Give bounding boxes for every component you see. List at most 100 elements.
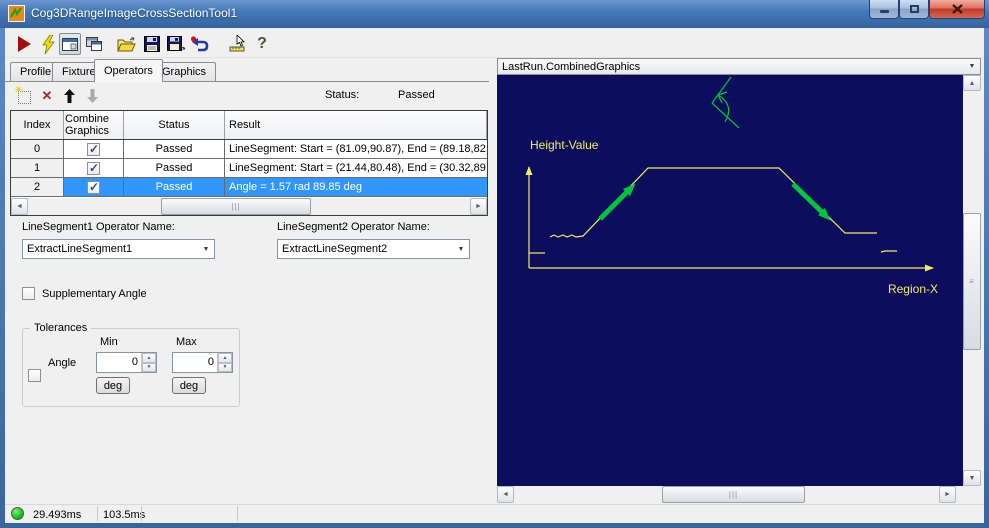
cascade-windows-icon <box>86 37 102 51</box>
operators-table: Index Combine Graphics Status Result 0 P… <box>10 110 488 216</box>
spin-up-icon[interactable]: ▲ <box>218 353 232 363</box>
scrollbar-thumb[interactable]: ||| <box>161 198 311 215</box>
row-index-cell: 0 <box>11 140 64 158</box>
min-unit-button[interactable]: deg <box>96 377 130 394</box>
local-display-toggle-button[interactable] <box>59 33 81 55</box>
scroll-up-icon[interactable]: ▲ <box>963 75 981 91</box>
scroll-right-icon[interactable]: ► <box>939 486 956 503</box>
save-icon <box>144 36 160 52</box>
add-operator-button[interactable]: ✳ <box>15 85 33 106</box>
graphics-source-combo[interactable]: LastRun.CombinedGraphics ▼ <box>497 58 981 75</box>
angle-label: Angle <box>48 357 77 369</box>
graphics-vertical-scrollbar[interactable]: ▲ ≡ ▼ <box>963 75 981 486</box>
reset-arrow-icon <box>190 35 209 51</box>
column-header-result[interactable]: Result <box>225 111 487 139</box>
pointer-ruler-icon <box>229 35 245 52</box>
table-horizontal-scrollbar[interactable]: ◄ ||| ► <box>11 198 487 215</box>
close-icon <box>951 4 963 14</box>
title-bar[interactable]: Cog3DRangeImageCrossSectionTool1 <box>0 0 989 28</box>
save-as-button[interactable] <box>165 33 187 55</box>
panel-splitter[interactable] <box>489 59 497 503</box>
scroll-down-icon[interactable]: ▼ <box>963 470 981 486</box>
tab-divider <box>5 81 489 82</box>
graphics-background <box>497 75 963 486</box>
tolerances-title: Tolerances <box>30 322 92 334</box>
close-button[interactable] <box>929 0 985 19</box>
combine-graphics-checkbox[interactable] <box>87 142 100 156</box>
float-display-button[interactable] <box>83 33 105 55</box>
save-as-icon <box>166 36 185 51</box>
spin-down-icon[interactable]: ▼ <box>142 362 156 372</box>
status-cell: Passed <box>124 140 225 158</box>
scroll-left-icon[interactable]: ◄ <box>11 198 28 215</box>
combine-graphics-cell <box>64 178 124 196</box>
table-row[interactable]: 1 Passed LineSegment: Start = (21.44,80.… <box>11 159 487 178</box>
combine-graphics-cell <box>64 159 124 177</box>
max-label: Max <box>176 336 197 348</box>
run-button[interactable] <box>13 33 35 55</box>
result-cell: Angle = 1.57 rad 89.85 deg <box>225 178 487 196</box>
minimize-button[interactable] <box>869 0 899 19</box>
new-item-icon: ✳ <box>15 85 31 104</box>
result-cell: LineSegment: Start = (81.09,90.87), End … <box>229 143 487 155</box>
pointer-tool-button[interactable] <box>227 33 249 55</box>
execution-time: 29.493ms <box>33 509 82 521</box>
main-toolbar: ? <box>5 28 984 58</box>
table-row[interactable]: 0 Passed LineSegment: Start = (81.09,90.… <box>11 140 487 159</box>
linesegment2-operator-label: LineSegment2 Operator Name: <box>277 221 430 233</box>
electrode-button[interactable] <box>37 33 59 55</box>
save-button[interactable] <box>141 33 163 55</box>
status-cell: Passed <box>124 178 225 196</box>
max-unit-button[interactable]: deg <box>172 377 206 394</box>
linesegment1-operator-label: LineSegment1 Operator Name: <box>22 221 175 233</box>
reset-button[interactable] <box>189 33 211 55</box>
status-cell: Passed <box>124 159 225 177</box>
total-time: 103.5ms <box>103 509 146 521</box>
scrollbar-thumb[interactable]: ≡ <box>963 213 981 350</box>
help-button[interactable]: ? <box>251 33 273 55</box>
supplementary-angle-label: Supplementary Angle <box>42 288 147 300</box>
move-up-button[interactable] <box>60 87 78 105</box>
status-value: Passed <box>398 89 435 101</box>
linesegment1-operator-combo[interactable]: ExtractLineSegment1 ▼ <box>22 239 215 259</box>
window-icon <box>62 37 78 51</box>
application-window: Cog3DRangeImageCrossSectionTool1 ? Profi… <box>0 0 989 528</box>
table-row[interactable]: 2 Passed Angle = 1.57 rad 89.85 deg <box>11 178 487 197</box>
row-index-cell: 1 <box>11 159 64 177</box>
window-title: Cog3DRangeImageCrossSectionTool1 <box>31 6 238 20</box>
run-status-indicator <box>11 507 24 520</box>
graphics-display[interactable]: Height-Value Region-X <box>497 75 963 486</box>
spin-down-icon[interactable]: ▼ <box>218 362 232 372</box>
column-header-index[interactable]: Index <box>11 111 64 139</box>
max-angle-spinner[interactable]: 0 ▲ ▼ <box>172 352 233 373</box>
row-index-cell: 2 <box>11 178 64 196</box>
scrollbar-thumb[interactable]: ||| <box>662 486 805 503</box>
combine-graphics-checkbox[interactable] <box>87 180 100 194</box>
maximize-button[interactable] <box>899 0 929 19</box>
scroll-left-icon[interactable]: ◄ <box>497 486 514 503</box>
move-down-button[interactable] <box>83 87 101 105</box>
status-bar <box>5 504 984 523</box>
tab-operators[interactable]: Operators <box>94 59 163 82</box>
status-label: Status: <box>325 89 360 101</box>
combine-graphics-checkbox[interactable] <box>87 161 100 175</box>
spin-up-icon[interactable]: ▲ <box>142 353 156 363</box>
lightning-icon <box>41 34 55 54</box>
combine-graphics-cell <box>64 140 124 158</box>
down-arrow-icon <box>86 89 98 103</box>
chevron-down-icon: ▼ <box>457 245 465 253</box>
linesegment2-operator-combo[interactable]: ExtractLineSegment2 ▼ <box>277 239 470 259</box>
open-button[interactable] <box>115 33 137 55</box>
delete-operator-button[interactable]: ✕ <box>38 87 56 105</box>
angle-tolerance-checkbox[interactable] <box>28 369 41 382</box>
supplementary-angle-checkbox[interactable] <box>22 287 35 300</box>
min-angle-spinner[interactable]: 0 ▲ ▼ <box>96 352 157 373</box>
column-header-status[interactable]: Status <box>124 111 225 139</box>
delete-icon: ✕ <box>41 88 53 103</box>
svg-text:Height-Value: Height-Value <box>530 138 599 152</box>
chevron-down-icon: ▼ <box>202 245 210 253</box>
column-header-combine-graphics[interactable]: Combine Graphics <box>64 111 124 139</box>
graphics-horizontal-scrollbar[interactable]: ◄ ||| ► <box>497 486 963 503</box>
scroll-right-icon[interactable]: ► <box>470 198 487 215</box>
client-area: ? Profile Fixture Operators Graphics ✳ ✕… <box>5 28 984 523</box>
